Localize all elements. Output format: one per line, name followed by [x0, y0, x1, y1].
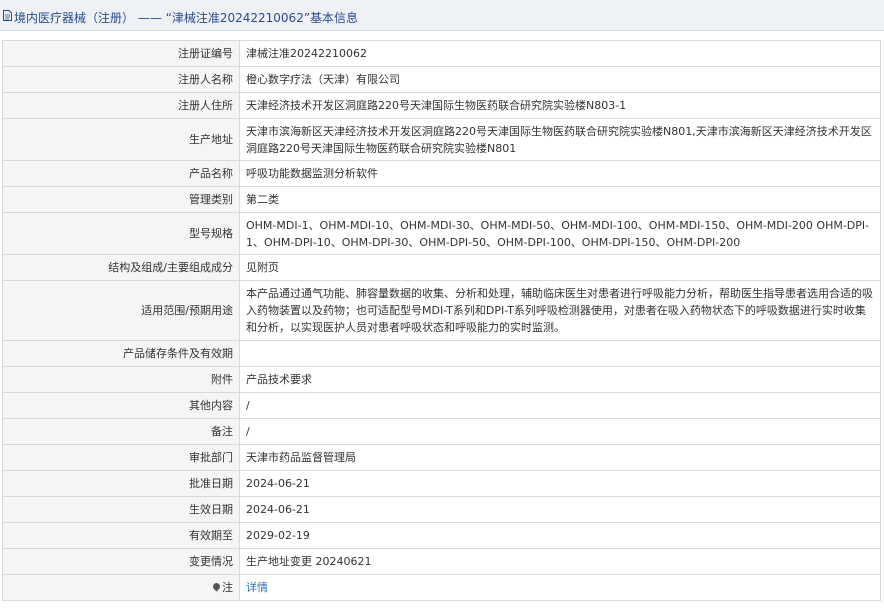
row-value: 天津市滨海新区天津经济技术开发区洞庭路220号天津国际生物医药联合研究院实验楼N… — [239, 118, 881, 161]
table-row: 产品储存条件及有效期 — [2, 340, 881, 367]
note-label-cell: 注 — [2, 574, 240, 601]
table-row: 生效日期 2024-06-21 — [2, 496, 881, 523]
row-label: 型号规格 — [2, 212, 240, 255]
row-label: 审批部门 — [2, 444, 240, 471]
table-row: 产品名称 呼吸功能数据监测分析软件 — [2, 160, 881, 187]
row-value: 产品技术要求 — [239, 366, 881, 393]
location-pin-icon — [211, 581, 222, 592]
row-value: 津械注准20242210062 — [239, 40, 881, 67]
row-value: 天津经济技术开发区洞庭路220号天津国际生物医药联合研究院实验楼N803-1 — [239, 92, 881, 119]
row-label: 产品储存条件及有效期 — [2, 340, 240, 367]
row-value: 天津市药品监督管理局 — [239, 444, 881, 471]
note-row: 注 详情 — [2, 574, 881, 601]
row-value: 橙心数字疗法（天津）有限公司 — [239, 66, 881, 93]
row-value: 呼吸功能数据监测分析软件 — [239, 160, 881, 187]
row-label: 结构及组成/主要组成成分 — [2, 254, 240, 281]
row-value: 2024-06-21 — [239, 496, 881, 523]
note-label: 注 — [222, 581, 233, 594]
table-row: 其他内容 / — [2, 392, 881, 419]
row-label: 注册证编号 — [2, 40, 240, 67]
note-value-cell: 详情 — [239, 574, 881, 601]
row-label: 注册人名称 — [2, 66, 240, 93]
row-label: 产品名称 — [2, 160, 240, 187]
row-value: 本产品通过通气功能、肺容量数据的收集、分析和处理，辅助临床医生对患者进行呼吸能力… — [239, 280, 881, 341]
row-label: 附件 — [2, 366, 240, 393]
row-value: 2024-06-21 — [239, 470, 881, 497]
row-value: 第二类 — [239, 186, 881, 213]
table-row: 附件 产品技术要求 — [2, 366, 881, 393]
row-label: 其他内容 — [2, 392, 240, 419]
row-label: 变更情况 — [2, 548, 240, 575]
row-value: 2029-02-19 — [239, 522, 881, 549]
details-link[interactable]: 详情 — [246, 581, 268, 594]
row-value: 生产地址变更 20240621 — [239, 548, 881, 575]
row-label: 备注 — [2, 418, 240, 445]
document-icon — [3, 10, 12, 21]
row-label: 适用范围/预期用途 — [2, 280, 240, 341]
row-label: 生产地址 — [2, 118, 240, 161]
table-row: 注册证编号 津械注准20242210062 — [2, 40, 881, 67]
row-label: 生效日期 — [2, 496, 240, 523]
row-value: / — [239, 418, 881, 445]
table-row: 备注 / — [2, 418, 881, 445]
row-label: 有效期至 — [2, 522, 240, 549]
table-row: 结构及组成/主要组成成分 见附页 — [2, 254, 881, 281]
table-row: 适用范围/预期用途 本产品通过通气功能、肺容量数据的收集、分析和处理，辅助临床医… — [2, 280, 881, 341]
table-row: 有效期至 2029-02-19 — [2, 522, 881, 549]
table-row: 批准日期 2024-06-21 — [2, 470, 881, 497]
row-label: 注册人住所 — [2, 92, 240, 119]
row-value: OHM-MDI-1、OHM-MDI-10、OHM-MDI-30、OHM-MDI-… — [239, 212, 881, 255]
table-row: 管理类别 第二类 — [2, 186, 881, 213]
page-header: 境内医疗器械（注册） —— “津械注准20242210062”基本信息 — [0, 0, 884, 31]
table-row: 注册人名称 橙心数字疗法（天津）有限公司 — [2, 66, 881, 93]
page-title: 境内医疗器械（注册） —— “津械注准20242210062”基本信息 — [14, 11, 359, 25]
registration-info-table: 注册证编号 津械注准20242210062 注册人名称 橙心数字疗法（天津）有限… — [2, 40, 881, 601]
row-value: 见附页 — [239, 254, 881, 281]
table-row: 型号规格 OHM-MDI-1、OHM-MDI-10、OHM-MDI-30、OHM… — [2, 212, 881, 255]
table-row: 审批部门 天津市药品监督管理局 — [2, 444, 881, 471]
table-row: 生产地址 天津市滨海新区天津经济技术开发区洞庭路220号天津国际生物医药联合研究… — [2, 118, 881, 161]
table-row: 变更情况 生产地址变更 20240621 — [2, 548, 881, 575]
row-value: / — [239, 392, 881, 419]
row-label: 批准日期 — [2, 470, 240, 497]
row-value — [239, 340, 881, 367]
table-row: 注册人住所 天津经济技术开发区洞庭路220号天津国际生物医药联合研究院实验楼N8… — [2, 92, 881, 119]
row-label: 管理类别 — [2, 186, 240, 213]
